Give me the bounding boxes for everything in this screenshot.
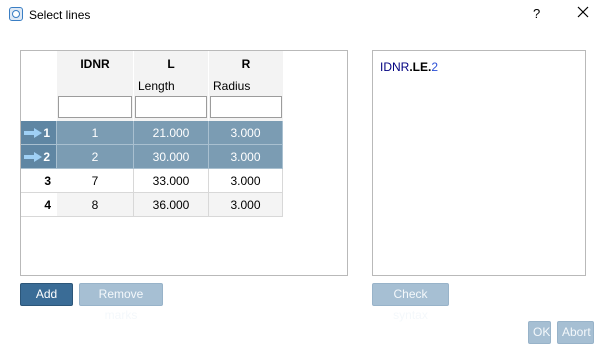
cell-radius[interactable]: 3.000: [209, 145, 283, 169]
ok-button[interactable]: OK: [528, 321, 551, 344]
cell-length[interactable]: 33.000: [134, 169, 209, 193]
row-number: 1: [43, 126, 50, 140]
column-header-l[interactable]: L Length: [134, 51, 208, 122]
check-syntax-button[interactable]: Check syntax: [372, 283, 449, 322]
table-row[interactable]: 1 1 21.000 3.000: [21, 121, 283, 145]
arrow-right-icon: [24, 152, 42, 162]
cell-radius[interactable]: 3.000: [209, 169, 283, 193]
column-name: R: [241, 57, 251, 71]
row-header[interactable]: 4: [21, 193, 57, 217]
syntax-operator: .LE.: [409, 60, 432, 74]
table-row[interactable]: 3 7 33.000 3.000: [21, 169, 283, 193]
window-title: Select lines: [29, 8, 91, 22]
row-number: 2: [43, 150, 50, 164]
filter-input-length[interactable]: [135, 96, 207, 118]
filter-input-radius[interactable]: [210, 96, 282, 118]
cell-radius[interactable]: 3.000: [209, 121, 283, 145]
app-icon: [9, 7, 23, 21]
column-header-r[interactable]: R Radius: [209, 51, 283, 122]
help-button[interactable]: ?: [533, 6, 540, 21]
cell-length[interactable]: 30.000: [134, 145, 209, 169]
filter-input-idnr[interactable]: [58, 96, 132, 118]
abort-button[interactable]: Abort: [557, 321, 594, 344]
cell-idnr[interactable]: 2: [57, 145, 134, 169]
syntax-editor[interactable]: IDNR.LE.2: [372, 50, 586, 276]
cell-idnr[interactable]: 1: [57, 121, 134, 145]
column-header-idnr[interactable]: IDNR: [57, 51, 133, 122]
column-sub: Radius: [213, 79, 251, 93]
remove-marks-button[interactable]: Remove marks: [79, 283, 163, 322]
syntax-value: 2: [431, 60, 439, 74]
syntax-identifier: IDNR: [380, 60, 410, 74]
column-sub: Length: [138, 79, 175, 93]
row-header[interactable]: 3: [21, 169, 57, 193]
cell-radius[interactable]: 3.000: [209, 193, 283, 217]
column-name: L: [167, 57, 175, 71]
arrow-right-icon: [24, 128, 42, 138]
column-name: IDNR: [80, 57, 110, 71]
title-bar: Select lines ?: [0, 0, 605, 30]
close-icon[interactable]: [575, 4, 591, 20]
cell-idnr[interactable]: 8: [57, 193, 134, 217]
table-row[interactable]: 2 2 30.000 3.000: [21, 145, 283, 169]
row-header[interactable]: 1: [21, 121, 57, 145]
table-row[interactable]: 4 8 36.000 3.000: [21, 193, 283, 217]
cell-length[interactable]: 36.000: [134, 193, 209, 217]
cell-length[interactable]: 21.000: [134, 121, 209, 145]
add-row-button[interactable]: Add row: [20, 283, 73, 322]
row-header[interactable]: 2: [21, 145, 57, 169]
syntax-expression[interactable]: IDNR.LE.2: [380, 60, 438, 74]
cell-idnr[interactable]: 7: [57, 169, 134, 193]
lines-table[interactable]: IDNR L Length R Radius 1 1 21.000 3.000 …: [20, 50, 348, 276]
